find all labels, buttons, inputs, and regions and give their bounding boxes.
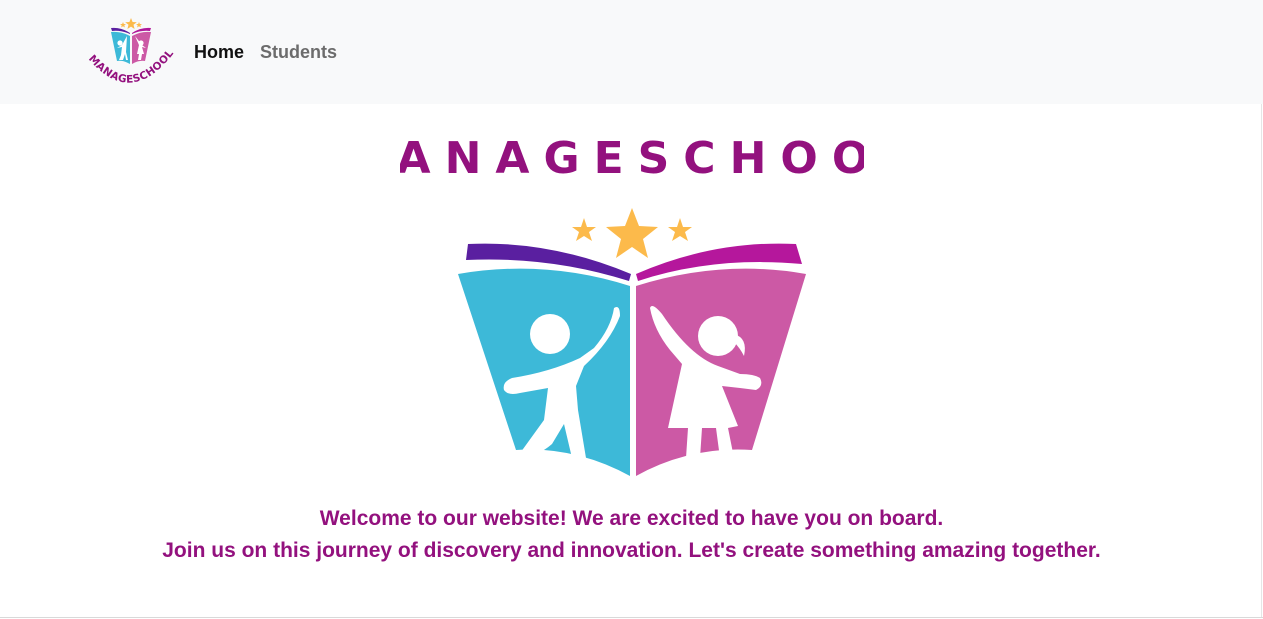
welcome-message-line1: Welcome to our website! We are excited t… bbox=[319, 507, 944, 530]
stars-icon bbox=[572, 208, 692, 258]
content-bottom-border bbox=[0, 617, 1263, 618]
navbar: MANAGESCHOOL Home Students bbox=[0, 0, 1263, 104]
brand-logo-icon[interactable]: MANAGESCHOOL bbox=[82, 14, 180, 88]
content-right-border bbox=[1261, 104, 1262, 618]
hero-wordmark: MANAGESCHOOL bbox=[400, 133, 864, 184]
nav-link-home[interactable]: Home bbox=[194, 41, 244, 63]
svg-text:MANAGESCHOOL: MANAGESCHOOL bbox=[86, 47, 176, 85]
welcome-message-line2: Join us on this journey of discovery and… bbox=[162, 539, 1101, 562]
hero-logo: MANAGESCHOOL bbox=[400, 133, 864, 476]
nav-link-students[interactable]: Students bbox=[260, 41, 337, 63]
logo-wordmark-text: MANAGESCHOOL bbox=[86, 47, 176, 85]
